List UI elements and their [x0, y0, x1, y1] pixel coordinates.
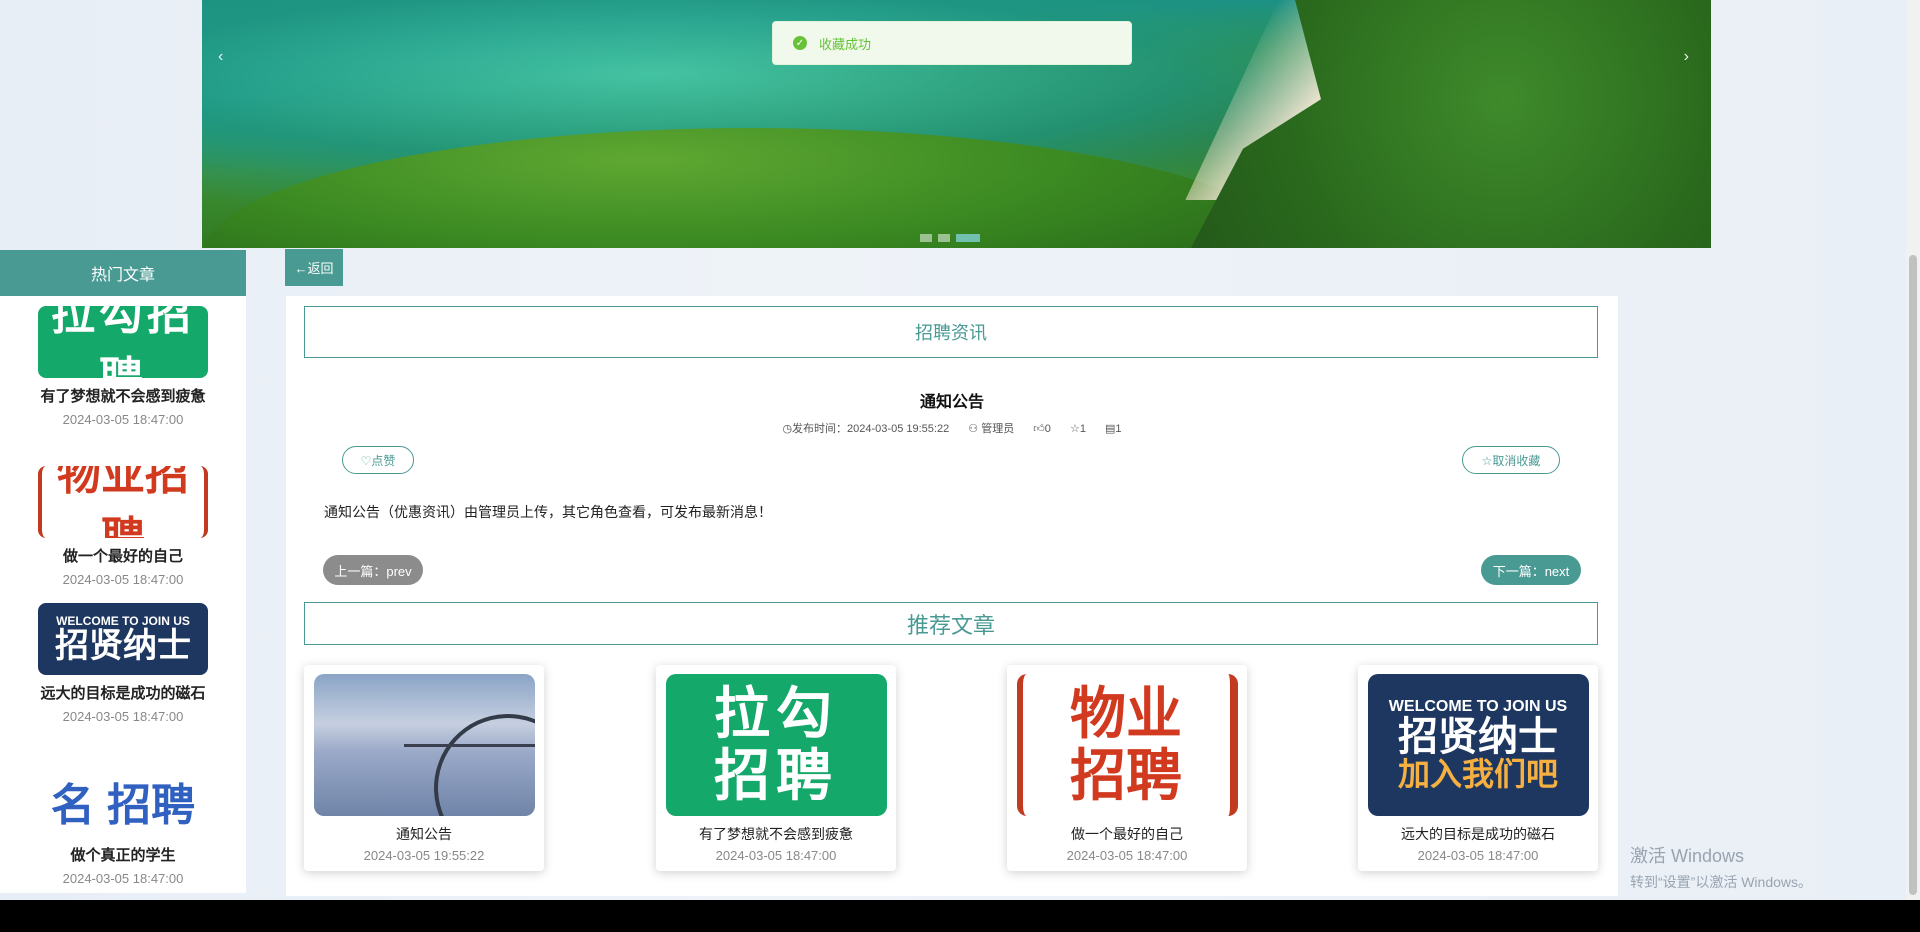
card-date: 2024-03-05 18:47:00	[715, 848, 837, 863]
card-date: 2024-03-05 18:47:00	[1066, 848, 1188, 863]
article-thumbnail[interactable]	[313, 674, 535, 816]
favorites-count: 1	[1079, 423, 1086, 435]
thumbnail-line-1: 招贤纳士	[1398, 714, 1558, 759]
user-icon: ⚇	[968, 423, 979, 435]
article-title[interactable]: 做一个最好的自己	[0, 546, 246, 568]
article-meta: ◷发布时间：2024-03-05 19:55:22 ⚇ 管理员 👍︎0 ☆1 ▤…	[286, 420, 1618, 436]
card-date: 2024-03-05 19:55:22	[363, 848, 485, 863]
thumbnail-line-1: 物业	[1070, 682, 1182, 746]
page-scrollbar[interactable]	[1906, 0, 1920, 900]
article-title[interactable]: 有了梦想就不会感到疲惫	[0, 386, 246, 408]
watermark-line-1: 激活 Windows	[1630, 846, 1745, 866]
article-content: 通知公告（优惠资讯）由管理员上传，其它角色查看，可发布最新消息！	[324, 504, 772, 520]
comment-icon: ▤	[1105, 423, 1116, 435]
windows-activation-watermark: 激活 Windows 转到“设置”以激活 Windows。	[1630, 842, 1812, 892]
sidebar-title: 热门文章	[0, 250, 246, 296]
thumbnail-caption: WELCOME TO JOIN US	[56, 614, 190, 628]
carousel-dot-3[interactable]	[956, 234, 980, 242]
recommended-title: 推荐文章	[304, 602, 1598, 645]
article-title: 通知公告	[919, 394, 984, 411]
article-date: 2024-03-05 18:47:00	[62, 412, 184, 427]
recommended-card[interactable]: 拉勾 招聘 有了梦想就不会感到疲惫 2024-03-05 18:47:00	[656, 665, 896, 871]
section-title: 招聘资讯	[304, 306, 1598, 358]
meta-favorites: ☆1	[1070, 423, 1086, 435]
carousel-prev-icon[interactable]: ‹	[218, 48, 223, 66]
article-thumbnail[interactable]: 拉勾 招聘	[665, 674, 887, 816]
card-title[interactable]: 远大的目标是成功的磁石	[1358, 824, 1598, 844]
article-title[interactable]: 做个真正的学生	[0, 845, 246, 867]
meta-likes: 👍︎0	[1033, 423, 1051, 435]
star-icon: ☆	[1069, 423, 1080, 435]
card-title[interactable]: 做一个最好的自己	[1007, 824, 1247, 844]
card-title[interactable]: 有了梦想就不会感到疲惫	[656, 824, 896, 844]
carousel-next-icon[interactable]: ›	[1684, 48, 1689, 66]
article-title[interactable]: 远大的目标是成功的磁石	[0, 683, 246, 705]
list-item[interactable]: 名 招聘 做个真正的学生 2024-03-05 18:47:00	[0, 765, 246, 886]
meta-time: ◷发布时间：2024-03-05 19:55:22	[782, 423, 950, 435]
bridge-shape	[412, 693, 535, 816]
article-thumbnail[interactable]: 物业招聘	[38, 466, 208, 538]
thumbnail-line-2: 加入我们吧	[1397, 755, 1558, 792]
thumbnail-line-2: 招聘	[714, 744, 838, 807]
list-item[interactable]: 物业招聘 做一个最好的自己 2024-03-05 18:47:00	[0, 466, 246, 587]
watermark-line-2: 转到“设置”以激活 Windows。	[1630, 874, 1813, 890]
back-button[interactable]: ←返回	[285, 249, 343, 286]
thumbs-up-icon: 👍︎	[1033, 423, 1045, 435]
unfavorite-button[interactable]: ☆取消收藏	[1462, 446, 1560, 474]
card-title[interactable]: 通知公告	[304, 824, 544, 844]
list-item[interactable]: WELCOME TO JOIN US 招贤纳士 远大的目标是成功的磁石 2024…	[0, 603, 246, 724]
comments-count: 1	[1115, 423, 1122, 435]
toast-message: 收藏成功	[819, 36, 872, 52]
likes-count: 0	[1044, 423, 1051, 435]
article-date: 2024-03-05 18:47:00	[62, 572, 184, 587]
article-panel: 招聘资讯 通知公告 ◷发布时间：2024-03-05 19:55:22 ⚇ 管理…	[286, 296, 1618, 896]
article-thumbnail[interactable]: WELCOME TO JOIN US 招贤纳士 加入我们吧	[1367, 674, 1589, 816]
hot-articles-list: 拉勾招聘 有了梦想就不会感到疲惫 2024-03-05 18:47:00 物业招…	[0, 296, 246, 893]
article-thumbnail[interactable]: WELCOME TO JOIN US 招贤纳士	[38, 603, 208, 675]
bridge-deck-shape	[403, 744, 535, 747]
publish-time: 2024-03-05 19:55:22	[847, 423, 950, 435]
thumbnail-line-2: 招聘	[1070, 744, 1182, 807]
recommended-card[interactable]: WELCOME TO JOIN US 招贤纳士 加入我们吧 远大的目标是成功的磁…	[1358, 665, 1598, 871]
taskbar	[0, 900, 1920, 932]
carousel-dot-2[interactable]	[938, 234, 950, 242]
thumbnail-text: 招贤纳士	[55, 627, 191, 665]
thumbnail-caption: WELCOME TO JOIN US	[1388, 697, 1568, 715]
publish-label: 发布时间：	[792, 423, 848, 435]
card-date: 2024-03-05 18:47:00	[1417, 848, 1539, 863]
article-date: 2024-03-05 18:47:00	[62, 709, 184, 724]
meta-comments: ▤1	[1105, 423, 1122, 435]
recommended-card[interactable]: 物业 招聘 做一个最好的自己 2024-03-05 18:47:00	[1007, 665, 1247, 871]
article-thumbnail[interactable]: 物业 招聘	[1016, 674, 1238, 816]
banner-hill	[202, 128, 1302, 248]
list-item[interactable]: 拉勾招聘 有了梦想就不会感到疲惫 2024-03-05 18:47:00	[0, 306, 246, 427]
success-toast: ✓ 收藏成功	[772, 21, 1132, 65]
author-name: 管理员	[981, 423, 1015, 435]
like-button[interactable]: ♡点赞	[342, 446, 414, 474]
prev-article-button[interactable]: 上一篇：prev	[323, 555, 423, 585]
check-circle-icon: ✓	[793, 36, 807, 50]
meta-author: ⚇ 管理员	[968, 423, 1014, 435]
scrollbar-thumb[interactable]	[1909, 255, 1917, 895]
thumbnail-line-1: 拉勾	[714, 682, 838, 746]
recommended-card[interactable]: 通知公告 2024-03-05 19:55:22	[304, 665, 544, 871]
article-date: 2024-03-05 18:47:00	[62, 871, 184, 886]
article-thumbnail[interactable]: 拉勾招聘	[38, 306, 208, 378]
carousel-indicators	[920, 234, 980, 242]
carousel-dot-1[interactable]	[920, 234, 932, 242]
article-thumbnail[interactable]: 名 招聘	[38, 765, 208, 837]
next-article-button[interactable]: 下一篇：next	[1481, 555, 1581, 585]
